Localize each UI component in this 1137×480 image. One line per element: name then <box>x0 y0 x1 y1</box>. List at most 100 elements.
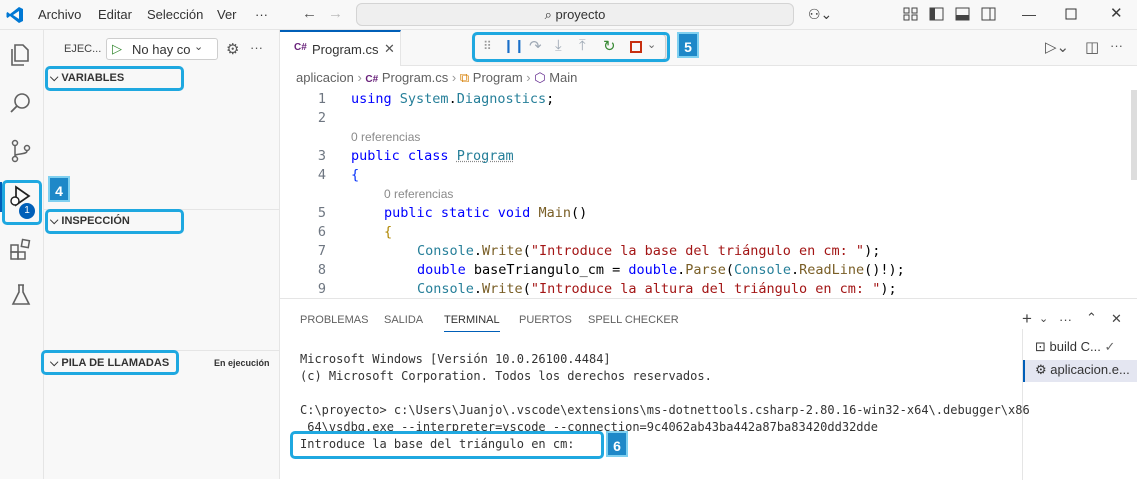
terminal-line: C:\proyecto> c:\Users\Juanjo\.vscode\ext… <box>300 403 1030 417</box>
close-tab-icon[interactable]: ✕ <box>384 41 395 57</box>
tab-program-cs[interactable]: C# Program.cs ✕ <box>280 30 401 66</box>
code-line: 7 Console.Write("Introduce la base del tr… <box>280 242 1137 261</box>
run-view-title: EJEC... <box>64 43 102 55</box>
codelens-references[interactable]: 0 referencias <box>280 128 1137 147</box>
code-line: 2 <box>280 109 1137 128</box>
highlight-debug-toolbar <box>472 32 670 62</box>
activity-bar: 1 <box>0 30 44 479</box>
close-panel-icon[interactable]: ✕ <box>1111 311 1122 327</box>
split-editor-icon[interactable]: ◫ <box>1085 38 1099 56</box>
editor-tabs: C# Program.cs ✕ ⠿ ❙❙ ↷ ⤓ ⤒ ↻ ⌄ ▷⌄ ◫ ··· <box>280 30 1137 66</box>
method-icon: ⬡ <box>534 70 546 85</box>
code-line: 6{ <box>280 223 1137 242</box>
code-text: using System.Diagnostics; <box>351 91 555 107</box>
toggle-panel-icon[interactable] <box>955 6 971 22</box>
csharp-file-icon: C# <box>294 42 307 53</box>
codelens-references[interactable]: 0 referencias <box>280 185 1137 204</box>
line-number: 8 <box>317 262 326 278</box>
highlight-variables <box>45 66 184 91</box>
callout-badge-4: 4 <box>48 176 70 202</box>
code-line: 1 using System.Diagnostics; <box>280 90 1137 109</box>
tab-output[interactable]: SALIDA <box>384 314 423 326</box>
menu-archivo[interactable]: Archivo <box>38 7 81 22</box>
check-icon: ✓ <box>1100 339 1116 354</box>
code-text: public class Program <box>351 148 514 164</box>
terminal-list: ⊡ build C... ✓ ⚙ aplicacion.e... <box>1022 329 1137 480</box>
code-line: 4{ <box>280 166 1137 185</box>
menu-more[interactable]: ··· <box>255 7 268 22</box>
forward-arrow-icon[interactable]: → <box>328 5 343 22</box>
source-control-icon[interactable] <box>8 138 34 164</box>
terminal-item-aplicacion[interactable]: ⚙ aplicacion.e... <box>1023 360 1137 382</box>
customize-layout-icon[interactable] <box>903 6 919 22</box>
highlight-pila-llamadas <box>41 350 179 375</box>
copilot-icon[interactable]: ⚇⌄ <box>808 6 832 23</box>
tab-label: Program.cs <box>312 42 379 57</box>
code-text: Console.Write("Introduce la altura del t… <box>417 281 897 297</box>
testing-flask-icon[interactable] <box>8 282 34 308</box>
code-text: { <box>384 224 393 240</box>
minimize-icon[interactable]: — <box>1022 6 1036 22</box>
tab-problems[interactable]: PROBLEMAS <box>300 314 368 326</box>
terminal-icon: ⊡ <box>1035 339 1050 354</box>
gear-icon[interactable]: ⚙ <box>226 40 239 58</box>
highlight-run-debug <box>2 180 42 225</box>
tab-terminal[interactable]: TERMINAL <box>444 314 500 332</box>
new-terminal-icon[interactable]: + <box>1022 309 1032 329</box>
terminal-item-label: aplicacion.e... <box>1050 362 1130 377</box>
line-number: 2 <box>317 110 326 126</box>
debug-sidebar: EJEC... ▷ No hay coı ⌄ ⚙ ··· ⌵ VARIABLES… <box>44 30 280 479</box>
more-actions-icon[interactable]: ··· <box>1059 312 1072 327</box>
run-debug-menu-icon[interactable]: ▷⌄ <box>1045 38 1069 56</box>
code-line: 3 public class Program <box>280 147 1137 166</box>
line-number: 5 <box>317 205 326 221</box>
close-window-icon[interactable]: ✕ <box>1110 4 1123 22</box>
breadcrumb-file[interactable]: Program.cs <box>382 70 448 85</box>
maximize-icon[interactable] <box>1065 8 1077 20</box>
menu-seleccion[interactable]: Selección <box>147 7 203 22</box>
menu-ver[interactable]: Ver <box>217 7 237 22</box>
callout-badge-5: 5 <box>677 32 699 58</box>
line-number: 9 <box>317 281 326 297</box>
start-debug-icon[interactable]: ▷ <box>112 41 122 57</box>
breadcrumb-folder[interactable]: aplicacion <box>296 70 354 85</box>
more-actions-icon[interactable]: ··· <box>1110 38 1123 53</box>
launch-config-select[interactable]: ▷ No hay coı ⌄ <box>106 38 218 60</box>
class-icon: ⧉ <box>459 70 470 85</box>
code-text: { <box>351 167 360 183</box>
breadcrumb-method[interactable]: Main <box>549 70 577 85</box>
chevron-down-icon[interactable]: ⌄ <box>1039 312 1048 325</box>
maximize-panel-icon[interactable]: ⌃ <box>1086 310 1097 326</box>
highlight-terminal-prompt <box>290 431 604 459</box>
search-view-icon[interactable] <box>8 90 34 116</box>
tab-spell-checker[interactable]: SPELL CHECKER <box>588 314 679 326</box>
vscode-logo-icon <box>6 7 23 23</box>
menu-editar[interactable]: Editar <box>98 7 132 22</box>
line-number: 3 <box>317 148 326 164</box>
code-text: public static void Main() <box>384 205 588 221</box>
editor-area: C# Program.cs ✕ ⠿ ❙❙ ↷ ⤓ ⤒ ↻ ⌄ ▷⌄ ◫ ··· … <box>280 30 1137 298</box>
extensions-icon[interactable] <box>8 236 34 262</box>
explorer-icon[interactable] <box>8 42 34 68</box>
tab-ports[interactable]: PUERTOS <box>519 314 572 326</box>
callstack-status: En ejecución <box>214 358 270 368</box>
command-center-search[interactable]: ⌕ proyecto <box>356 3 794 26</box>
code-editor[interactable]: 1 using System.Diagnostics; 2 0 referenci… <box>280 90 1137 299</box>
references-text[interactable]: 0 referencias <box>351 128 420 147</box>
terminal-item-build[interactable]: ⊡ build C... ✓ <box>1035 339 1115 355</box>
toggle-secondary-sidebar-icon[interactable] <box>981 6 997 22</box>
breadcrumb-class[interactable]: Program <box>473 70 523 85</box>
references-text[interactable]: 0 referencias <box>384 185 453 204</box>
back-arrow-icon[interactable]: ← <box>302 5 317 22</box>
title-bar: Archivo Editar Selección Ver ··· ← → ⌕ p… <box>0 0 1137 30</box>
terminal-line: (c) Microsoft Corporation. Todos los der… <box>300 369 712 383</box>
code-text: Console.Write("Introduce la base del tri… <box>417 243 881 259</box>
more-actions-icon[interactable]: ··· <box>250 40 263 55</box>
editor-scrollbar[interactable] <box>1131 90 1137 180</box>
code-text: double baseTriangulo_cm = double.Parse(C… <box>417 262 905 278</box>
code-line: 5 public static void Main() <box>280 204 1137 223</box>
line-number: 7 <box>317 243 326 259</box>
csharp-file-icon: C# <box>365 74 379 85</box>
toggle-sidebar-icon[interactable] <box>929 6 945 22</box>
